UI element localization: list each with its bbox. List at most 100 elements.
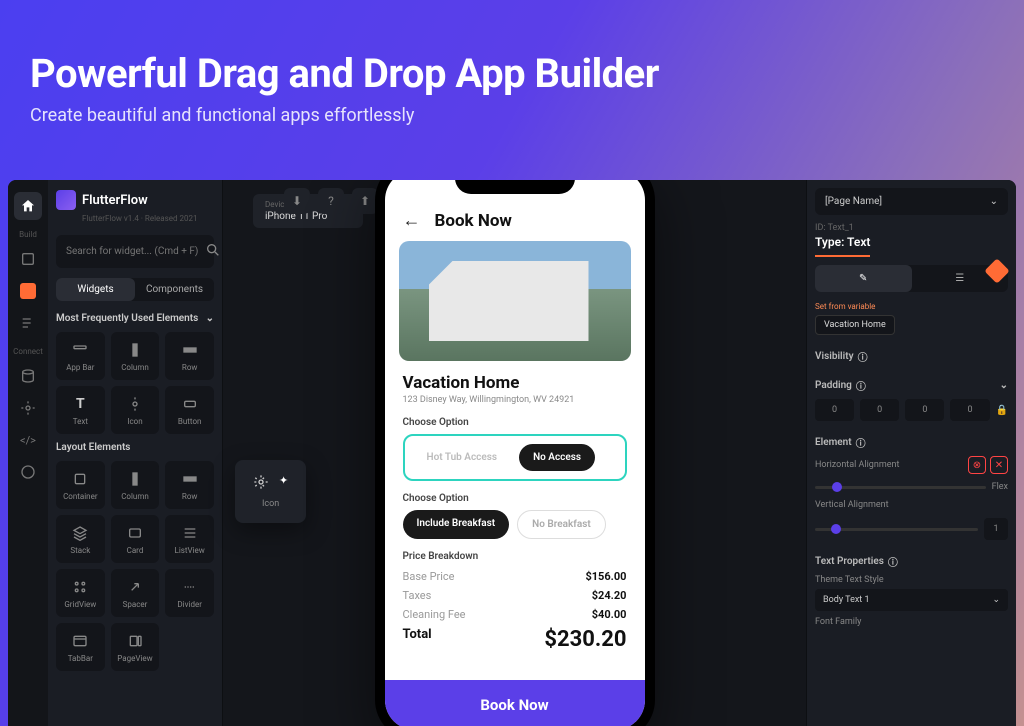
- layers-icon[interactable]: [14, 245, 42, 273]
- widget-icon: [71, 524, 89, 542]
- lock-icon[interactable]: 🔒: [996, 405, 1008, 416]
- option-hot-tub[interactable]: Hot Tub Access: [413, 444, 512, 471]
- widget-label: TabBar: [68, 654, 93, 663]
- widget-button[interactable]: Button: [165, 386, 214, 434]
- widget-label: Spacer: [123, 600, 148, 609]
- code-icon[interactable]: </>: [14, 426, 42, 454]
- floating-widget-card[interactable]: ✦ Icon: [235, 460, 306, 523]
- widget-icon: [126, 395, 144, 413]
- padding-inputs: 0 0 0 0 🔒: [815, 399, 1008, 421]
- page-name-selector[interactable]: [Page Name] ⌄: [815, 188, 1008, 215]
- widget-label: PageView: [117, 654, 152, 663]
- widget-label: Column: [121, 363, 149, 372]
- listing-image: [399, 241, 631, 361]
- theme-style-select[interactable]: Body Text 1⌄: [815, 589, 1008, 611]
- widget-search[interactable]: [56, 235, 214, 268]
- help-icon[interactable]: ?: [318, 188, 344, 214]
- set-from-label: Set from variable: [815, 302, 1008, 311]
- delete-icon[interactable]: ⊗: [968, 456, 986, 474]
- widget-stack[interactable]: Stack: [56, 515, 105, 563]
- phone-screen: ← Book Now Vacation Home 123 Disney Way,…: [385, 180, 645, 726]
- export-icon[interactable]: ⬇: [284, 188, 310, 214]
- widget-row[interactable]: Row: [165, 461, 214, 509]
- widget-container[interactable]: Container: [56, 461, 105, 509]
- theme-style-label: Theme Text Style: [815, 575, 1008, 585]
- option-group-2: Include Breakfast No Breakfast: [403, 510, 627, 539]
- widget-icon: [126, 632, 144, 650]
- widget-label: Button: [178, 417, 202, 426]
- database-icon[interactable]: [14, 362, 42, 390]
- v-align-slider[interactable]: [815, 528, 978, 531]
- visibility-header[interactable]: Visibility ⓘ: [815, 349, 1008, 364]
- widget-label: Stack: [70, 546, 90, 555]
- brand-name: FlutterFlow: [82, 193, 148, 208]
- tab-components[interactable]: Components: [135, 278, 214, 301]
- chevron-down-icon: ⌄: [1000, 380, 1008, 391]
- search-input[interactable]: [66, 246, 199, 257]
- tree-icon[interactable]: [14, 309, 42, 337]
- widget-column[interactable]: Column: [111, 332, 160, 380]
- hero-title: Powerful Drag and Drop App Builder: [30, 50, 994, 97]
- panel-tabs: Widgets Components: [56, 278, 214, 301]
- sparkle-icon: ✦: [279, 474, 288, 493]
- option-breakfast[interactable]: Include Breakfast: [403, 510, 510, 539]
- widget-card[interactable]: Card: [111, 515, 160, 563]
- pad-bottom[interactable]: 0: [950, 399, 989, 421]
- widget-app-bar[interactable]: App Bar: [56, 332, 105, 380]
- chevron-down-icon: ⌄: [206, 313, 214, 324]
- app-shell: Build Connect </> FlutterFlow FlutterFlo…: [8, 180, 1016, 726]
- widget-icon: [126, 341, 144, 359]
- v-align-label: Vertical Alignment: [815, 500, 1008, 510]
- text-props-header[interactable]: Text Properties ⓘ: [815, 554, 1008, 569]
- text-value-chip[interactable]: Vacation Home: [815, 315, 895, 335]
- widget-pageview[interactable]: PageView: [111, 623, 160, 671]
- widget-icon: [126, 578, 144, 596]
- widget-icon: [181, 341, 199, 359]
- info-icon: ⓘ: [888, 554, 898, 569]
- pad-left[interactable]: 0: [815, 399, 854, 421]
- book-now-button[interactable]: Book Now: [385, 680, 645, 726]
- tab-widgets[interactable]: Widgets: [56, 278, 135, 301]
- cube-icon[interactable]: [14, 277, 42, 305]
- settings-icon[interactable]: [14, 394, 42, 422]
- more-icon[interactable]: [14, 458, 42, 486]
- h-align-slider[interactable]: [815, 486, 986, 489]
- listing-title: Vacation Home: [403, 373, 627, 393]
- home-icon[interactable]: [14, 192, 42, 220]
- widget-spacer[interactable]: Spacer: [111, 569, 160, 617]
- section-layout: Layout Elements: [56, 442, 214, 453]
- phone-body: Vacation Home 123 Disney Way, Willingmin…: [385, 361, 645, 680]
- price-row: Cleaning Fee$40.00: [403, 608, 627, 621]
- widget-gridview[interactable]: GridView: [56, 569, 105, 617]
- gear-icon: [253, 474, 269, 493]
- widget-icon: [71, 632, 89, 650]
- widget-column[interactable]: Column: [111, 461, 160, 509]
- option-no-breakfast[interactable]: No Breakfast: [517, 510, 606, 539]
- info-icon: ⓘ: [856, 435, 866, 450]
- brand-logo-icon: [56, 190, 76, 210]
- option-no-access[interactable]: No Access: [519, 444, 595, 471]
- widget-label: Icon: [127, 417, 142, 426]
- flex-value[interactable]: 1: [984, 518, 1008, 540]
- back-arrow-icon[interactable]: ←: [403, 210, 421, 231]
- pad-right[interactable]: 0: [905, 399, 944, 421]
- widget-label: ListView: [175, 546, 205, 555]
- widget-icon[interactable]: Icon: [111, 386, 160, 434]
- option-group-1: Hot Tub Access No Access: [403, 434, 627, 481]
- clear-icon[interactable]: ✕: [990, 456, 1008, 474]
- widget-tabbar[interactable]: TabBar: [56, 623, 105, 671]
- widget-row[interactable]: Row: [165, 332, 214, 380]
- pad-top[interactable]: 0: [860, 399, 899, 421]
- widget-listview[interactable]: ListView: [165, 515, 214, 563]
- canvas[interactable]: Device iPhone 11 Pro ⬇ ? ⬆ </> 🐞 Run ▸ P…: [223, 180, 806, 726]
- widget-label: Container: [63, 492, 97, 501]
- rail-label-connect: Connect: [13, 347, 43, 356]
- widget-label: Row: [182, 363, 198, 372]
- padding-header[interactable]: Padding ⓘ⌄: [815, 378, 1008, 393]
- style-tab-icon[interactable]: ✎: [815, 265, 912, 292]
- layout-grid: Container ColumnRow Stack Card ListView GridV…: [56, 461, 214, 671]
- info-icon: ⓘ: [856, 378, 866, 393]
- widget-divider[interactable]: Divider: [165, 569, 214, 617]
- widget-text[interactable]: TText: [56, 386, 105, 434]
- section-frequent[interactable]: Most Frequently Used Elements ⌄: [56, 313, 214, 324]
